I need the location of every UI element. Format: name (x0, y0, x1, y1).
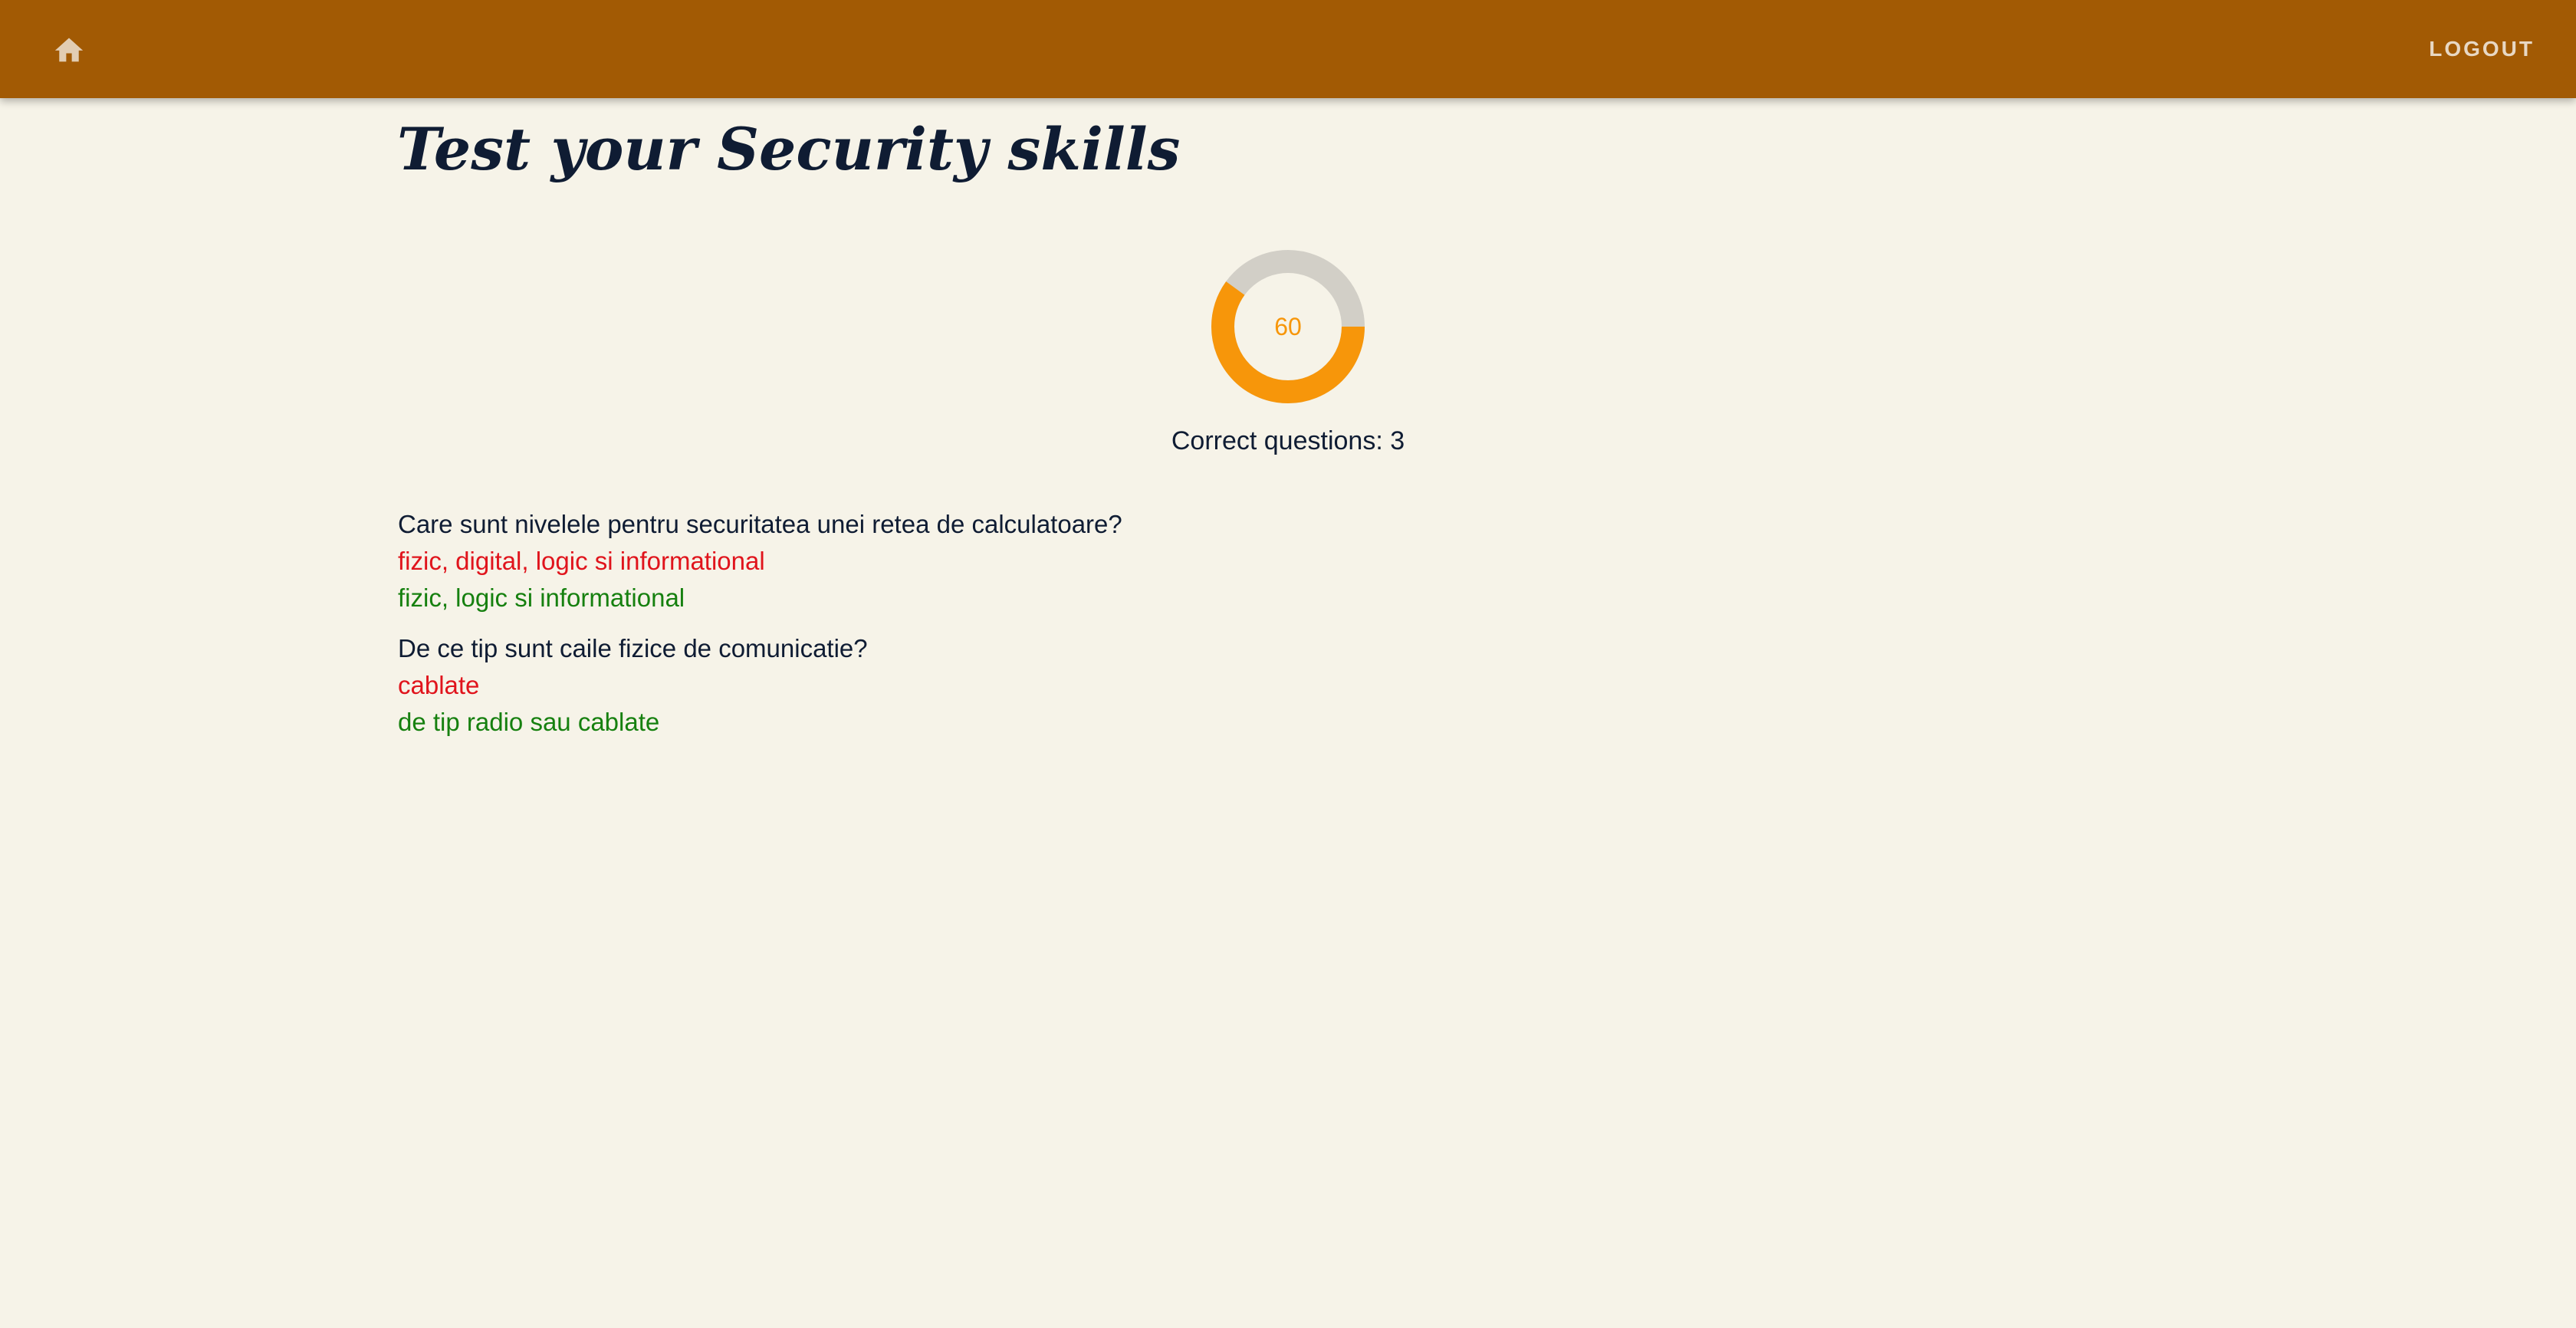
page-title: Test your Security skills (397, 115, 1181, 183)
given-answer-wrong: fizic, digital, logic si informational (398, 547, 765, 575)
question-text: De ce tip sunt caile fizice de comunicat… (398, 634, 868, 662)
correct-questions-count: Correct questions: 3 (1171, 426, 1405, 455)
correct-answer: fizic, logic si informational (398, 583, 685, 612)
question-list: Care sunt nivelele pentru securitatea un… (398, 506, 2085, 754)
given-answer-wrong: cablate (398, 671, 480, 699)
score-donut: 60 (1208, 247, 1368, 406)
question-text: Care sunt nivelele pentru securitatea un… (398, 510, 1122, 538)
correct-answer: de tip radio sau cablate (398, 708, 660, 736)
question-item: De ce tip sunt caile fizice de comunicat… (398, 630, 2085, 741)
logout-button[interactable]: LOGOUT (2429, 31, 2535, 67)
question-item: Care sunt nivelele pentru securitatea un… (398, 506, 2085, 616)
home-icon (54, 38, 84, 62)
score-value: 60 (1274, 312, 1302, 340)
home-button[interactable] (48, 28, 90, 71)
app-bar: LOGOUT (0, 0, 2576, 98)
